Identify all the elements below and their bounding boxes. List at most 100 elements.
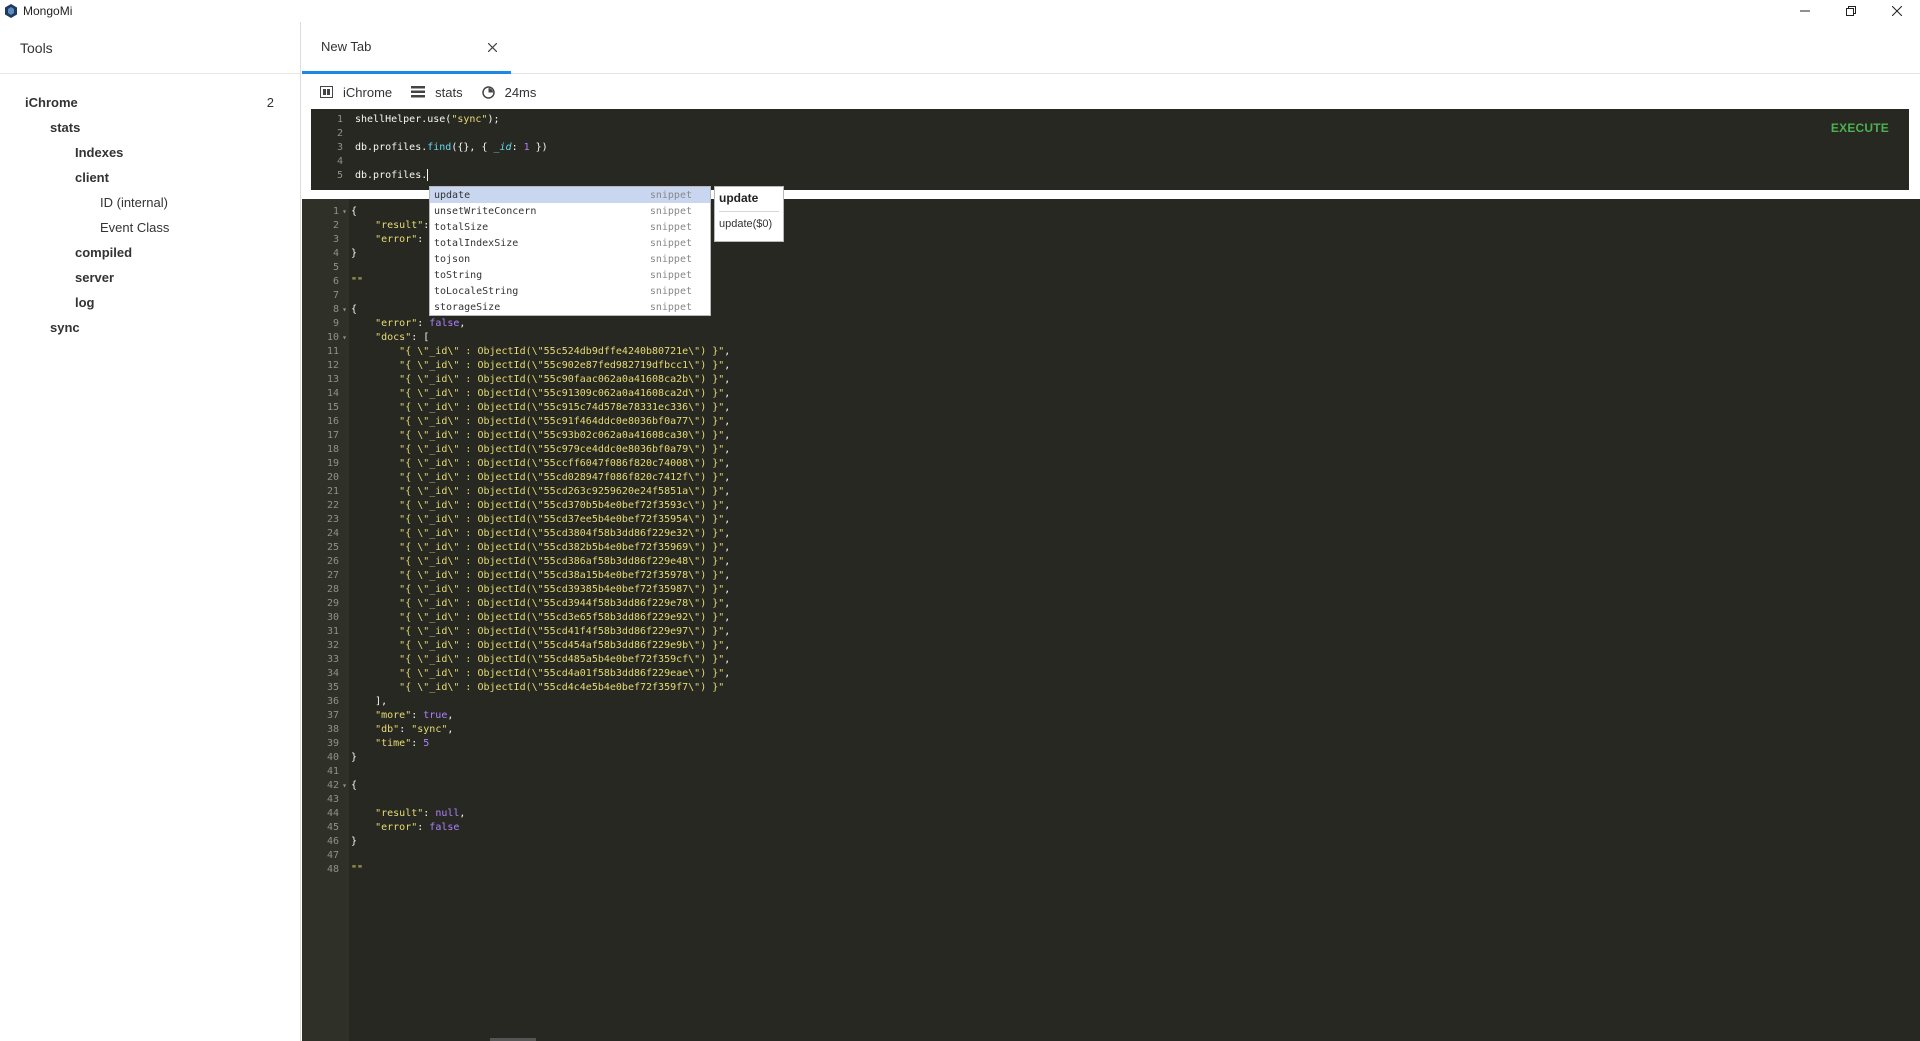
autocomplete-item[interactable]: storageSize snippet (430, 299, 710, 315)
result-line: "{ \"_id\" : ObjectId(\"55cd4a01f58b3dd8… (399, 668, 731, 679)
tree-item-label: Indexes (75, 145, 124, 160)
autocomplete-item-name: toString (434, 269, 483, 281)
line-number: 6 (332, 276, 339, 287)
autocomplete-item[interactable]: totalIndexSize snippet (430, 235, 710, 251)
editor-gutter: 1 2 3 4 5 (311, 113, 349, 183)
result-line: "{ \"_id\" : ObjectId(\"55c902e87fed9827… (399, 360, 731, 371)
tree-item-client[interactable]: client (0, 165, 300, 190)
autocomplete-item[interactable]: toString snippet (430, 267, 710, 283)
tree-item-compiled[interactable]: compiled (0, 240, 300, 265)
fold-arrow-icon[interactable]: ▾ (342, 331, 347, 345)
result-line: "{ \"_id\" : ObjectId(\"55c979ce4ddc0e80… (399, 444, 731, 455)
tree-item-ichrome[interactable]: iChrome 2 (0, 90, 300, 115)
tree-item-event-class[interactable]: Event Class (0, 215, 300, 240)
result-line: "{ \"_id\" : ObjectId(\"55c915c74d578e78… (399, 402, 731, 413)
tree-item-label: Event Class (100, 220, 170, 235)
query-time: 24ms (504, 84, 537, 100)
minimize-button[interactable] (1782, 0, 1828, 22)
tree-item-log[interactable]: log (0, 290, 300, 315)
collection-indicator: stats (411, 84, 463, 100)
line-number: 23 (326, 514, 339, 525)
line-number: 38 (326, 724, 339, 735)
mongomi-logo-icon (5, 4, 17, 18)
result-line: "db": "sync", (375, 724, 454, 735)
line-number: 46 (326, 836, 339, 847)
autocomplete-item-name: toLocaleString (434, 285, 519, 297)
tools-header: Tools (0, 22, 300, 74)
app-title: MongoMi (23, 4, 73, 18)
tree-item-sync[interactable]: sync (0, 315, 300, 340)
autocomplete-item[interactable]: totalSize snippet (430, 219, 710, 235)
line-number: 35 (326, 682, 339, 693)
line-number: 9 (332, 318, 339, 329)
result-line: "{ \"_id\" : ObjectId(\"55cd263c9259620e… (399, 486, 731, 497)
editor-code[interactable]: shellHelper.use("sync"); db.profiles.fin… (355, 113, 548, 183)
line-number: 20 (326, 472, 339, 483)
line-number: 1 (336, 114, 343, 125)
result-line: "time": 5 (375, 738, 430, 749)
line-number: 36 (326, 696, 339, 707)
autocomplete-item[interactable]: unsetWriteConcern snippet (430, 203, 710, 219)
result-line: } (351, 752, 358, 763)
line-number: 4 (336, 156, 343, 167)
autocomplete-item-meta: snippet (649, 205, 692, 217)
database-icon (320, 86, 333, 98)
database-indicator: iChrome (320, 85, 392, 100)
autocomplete-item-meta: snippet (649, 301, 692, 313)
collection-name: stats (435, 84, 463, 100)
autocomplete-item-name: update (434, 189, 471, 201)
results-panel[interactable]: 1 ▾ 2 3 4 5 6 7 8 ▾ 9 10 ▾ 11 12 13 14 15 16 17 18 19 20 21 22 23… (302, 199, 1920, 1041)
autocomplete-item[interactable]: tojson snippet (430, 251, 710, 267)
tree-item-id-internal[interactable]: ID (internal) (0, 190, 300, 215)
line-number: 14 (326, 388, 339, 399)
line-number: 4 (332, 248, 339, 259)
line-number: 3 (336, 142, 343, 153)
code-line: shellHelper.use("sync"); (355, 114, 500, 125)
fold-arrow-icon[interactable]: ▾ (342, 205, 347, 219)
tree-item-label: log (75, 295, 95, 310)
line-number: 2 (332, 220, 339, 231)
tree-item-indexes[interactable]: Indexes (0, 140, 300, 165)
fold-arrow-icon[interactable]: ▾ (342, 303, 347, 317)
autocomplete-item-meta: snippet (649, 189, 692, 201)
result-line: "{ \"_id\" : ObjectId(\"55c91309c062a0a4… (399, 388, 731, 399)
autocomplete-item-meta: snippet (649, 221, 692, 233)
result-line: "more": true, (375, 710, 454, 721)
line-number: 43 (326, 794, 339, 805)
line-number: 32 (326, 640, 339, 651)
results-gutter: 1 ▾ 2 3 4 5 6 7 8 ▾ 9 10 ▾ 11 12 13 14 15 16 17 18 19 20 21 22 23… (302, 199, 349, 1041)
autocomplete-item[interactable]: toLocaleString snippet (430, 283, 710, 299)
query-editor[interactable]: 1 2 3 4 5 shellHelper.use("sync"); db.pr… (311, 109, 1909, 190)
line-number: 37 (326, 710, 339, 721)
execute-button[interactable]: EXECUTE (1831, 121, 1889, 135)
result-line: "{ \"_id\" : ObjectId(\"55cd454af58b3dd8… (399, 640, 731, 651)
result-line: ], (351, 696, 388, 707)
result-line: "{ \"_id\" : ObjectId(\"55cd41f4f58b3dd8… (399, 626, 731, 637)
result-line: "{ \"_id\" : ObjectId(\"55cd39385b4e0bef… (399, 584, 731, 595)
line-number: 22 (326, 500, 339, 511)
tree-item-server[interactable]: server (0, 265, 300, 290)
query-info-bar: iChrome stats 24ms (302, 82, 536, 102)
line-number: 16 (326, 416, 339, 427)
result-line (351, 793, 730, 807)
tab-new-tab[interactable]: New Tab (302, 22, 511, 74)
tree-item-label: compiled (75, 245, 133, 260)
tree-item-label: stats (50, 120, 81, 135)
autocomplete-item[interactable]: update snippet (430, 187, 710, 203)
tree-item-label: server (75, 270, 115, 285)
tree-item-stats[interactable]: stats (0, 115, 300, 140)
line-number: 8 ▾ (332, 303, 347, 317)
result-line: "{ \"_id\" : ObjectId(\"55cd3e65f58b3dd8… (399, 612, 731, 623)
tab-close-button[interactable] (485, 40, 499, 54)
fold-arrow-icon[interactable]: ▾ (342, 779, 347, 793)
line-number: 21 (326, 486, 339, 497)
close-icon (487, 42, 497, 52)
restore-button[interactable] (1828, 0, 1874, 22)
result-line: "result": null, (375, 808, 466, 819)
result-line: "{ \"_id\" : ObjectId(\"55cd4c4e5b4e0bef… (399, 682, 725, 693)
autocomplete-popup[interactable]: update snippet unsetWriteConcern snippet tot… (429, 186, 711, 316)
close-window-button[interactable] (1874, 0, 1920, 22)
line-number: 11 (326, 346, 339, 357)
